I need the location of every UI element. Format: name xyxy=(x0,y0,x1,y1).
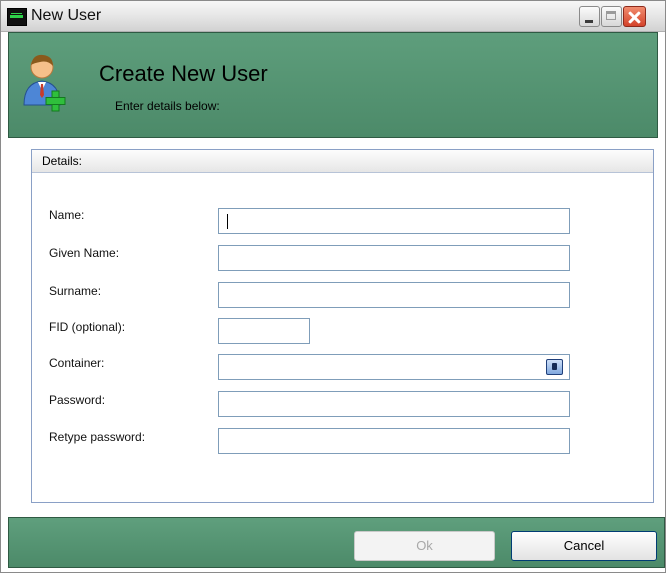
details-label: Details: xyxy=(42,154,83,168)
name-label: Name: xyxy=(49,208,85,222)
page-subtitle: Enter details below: xyxy=(115,99,220,113)
new-user-window: New User Create New User Enter details b… xyxy=(0,0,666,573)
container-label: Container: xyxy=(49,356,105,370)
add-user-icon xyxy=(23,54,66,112)
app-icon xyxy=(7,8,27,26)
given-name-label: Given Name: xyxy=(49,246,120,260)
window-title: New User xyxy=(31,7,102,24)
cancel-button[interactable]: Cancel xyxy=(511,531,657,561)
close-icon[interactable] xyxy=(623,6,646,27)
fid-label: FID (optional): xyxy=(49,320,126,334)
fid-input[interactable] xyxy=(218,318,310,344)
maximize-icon xyxy=(601,6,622,27)
details-header: Details: xyxy=(32,150,653,173)
name-input[interactable] xyxy=(218,208,570,234)
minimize-icon[interactable] xyxy=(579,6,600,27)
text-cursor xyxy=(227,214,228,229)
ok-button[interactable]: Ok xyxy=(354,531,495,561)
given-name-input[interactable] xyxy=(218,245,570,271)
browse-icon[interactable] xyxy=(546,359,563,375)
header-banner: Create New User Enter details below: xyxy=(8,32,658,138)
container-input[interactable] xyxy=(218,354,570,380)
retype-password-label: Retype password: xyxy=(49,430,146,444)
title-bar[interactable]: New User xyxy=(1,1,665,32)
password-label: Password: xyxy=(49,393,106,407)
surname-label: Surname: xyxy=(49,284,102,298)
retype-password-input[interactable] xyxy=(218,428,570,454)
surname-input[interactable] xyxy=(218,282,570,308)
password-input[interactable] xyxy=(218,391,570,417)
page-title: Create New User xyxy=(99,61,268,86)
